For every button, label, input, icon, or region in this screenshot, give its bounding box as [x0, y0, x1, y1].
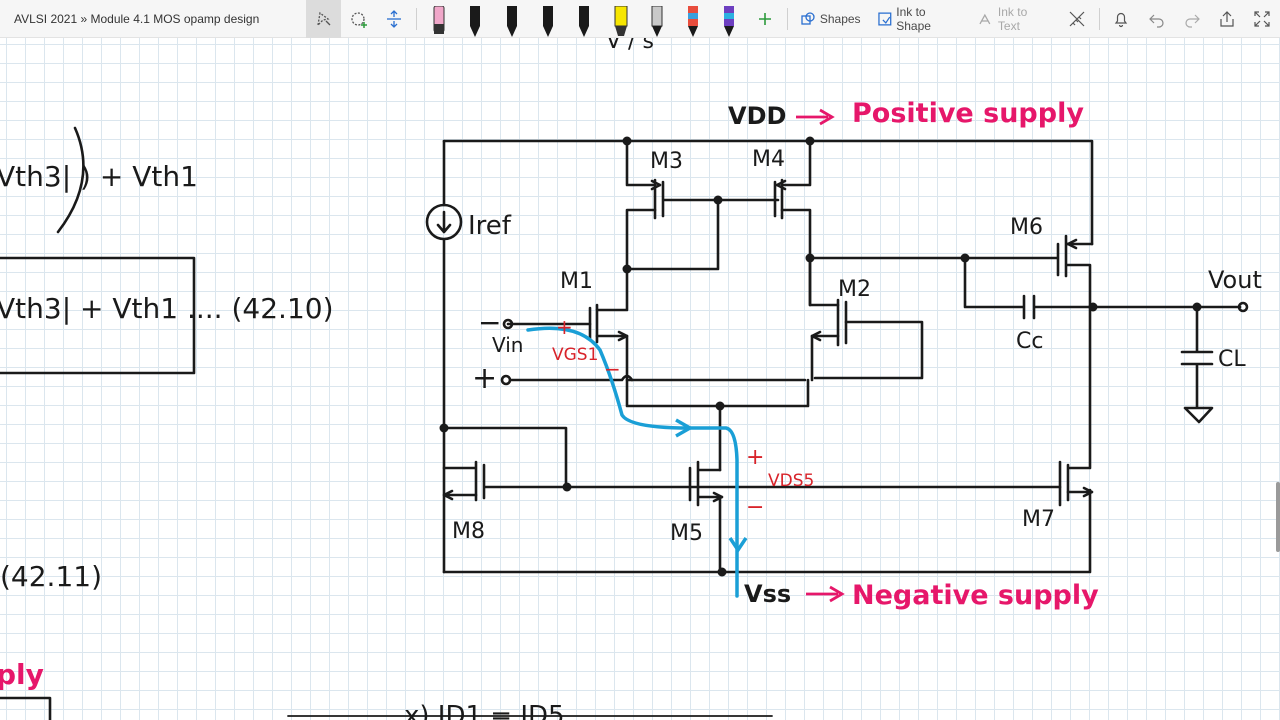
note-left-pink: ply	[0, 658, 44, 691]
toolbar: AVLSI 2021 » Module 4.1 MOS opamp design	[0, 0, 1280, 38]
pen-icon[interactable]	[639, 0, 675, 38]
toolbar-separator	[416, 7, 418, 30]
noninverting-input-terminal	[500, 374, 512, 386]
vss-label: Vss	[744, 580, 791, 608]
pen-icon[interactable]	[494, 0, 530, 38]
m7-body	[1058, 305, 1092, 507]
note-canvas[interactable]: Vth3| ) + Vth1 Vth3| + Vth1 .... (42.10)…	[0, 38, 1280, 720]
vgs-minus-label: −	[604, 357, 621, 381]
vout-label: Vout	[1208, 266, 1262, 294]
vds5-label: VDS5	[768, 471, 814, 491]
current-path-stroke	[526, 326, 739, 598]
noninverting-input-label: +	[472, 361, 497, 396]
note-left-top: Vth3| ) + Vth1	[0, 160, 198, 193]
vout-terminal	[1237, 301, 1249, 313]
note-equation-42-11: (42.11)	[0, 560, 102, 593]
m7-arrow-icon	[1066, 486, 1094, 498]
highlighter-icon[interactable]	[602, 0, 638, 38]
eraser-icon[interactable]	[421, 0, 457, 38]
pen-icon[interactable]	[675, 0, 711, 38]
window-title: AVLSI 2021 » Module 4.1 MOS opamp design	[14, 11, 260, 26]
m2-gate-wire	[813, 320, 924, 380]
m8-diode-wire	[442, 426, 568, 489]
cc-label: Cc	[1016, 329, 1043, 354]
pen-icon[interactable]	[566, 0, 602, 38]
m2-drain-wire	[808, 256, 840, 307]
m2-label: M2	[838, 277, 871, 302]
vertical-scrollbar[interactable]	[1276, 482, 1280, 552]
vdd-label: VDD	[728, 102, 786, 130]
iref-arrow-icon	[436, 210, 452, 234]
m2-source-wire	[810, 334, 840, 382]
inverting-input-label: −	[478, 306, 501, 339]
fullscreen-icon[interactable]	[1245, 0, 1280, 38]
shapes-label: Shapes	[819, 11, 861, 26]
note-left-box: Vth3| + Vth1 .... (42.10)	[0, 292, 334, 325]
shapes-icon	[801, 11, 815, 25]
m5-label: M5	[670, 521, 703, 546]
ink-to-text-button[interactable]: Ink to Text	[970, 0, 1059, 38]
partial-box	[0, 696, 52, 720]
iref-label: Iref	[468, 211, 512, 241]
toolbar-separator	[1098, 7, 1100, 30]
cl-label: CL	[1218, 347, 1246, 372]
ink-to-text-label: Ink to Text	[997, 4, 1028, 33]
insert-space-icon[interactable]	[377, 0, 412, 38]
note-top-partial: V / s	[606, 38, 654, 54]
vgs1-label: VGS1	[552, 345, 598, 365]
m1-source-wire	[595, 334, 807, 382]
load-capacitor	[1180, 305, 1214, 424]
m4-label: M4	[752, 147, 785, 172]
vss-rail	[442, 488, 1092, 574]
m3-label: M3	[650, 149, 683, 174]
pen-icon[interactable]	[457, 0, 493, 38]
m6-label: M6	[1010, 215, 1043, 240]
ink-to-shape-button[interactable]: Ink to Shape	[869, 0, 971, 38]
m5-body	[688, 460, 722, 574]
m3-drain-wire	[625, 208, 657, 271]
m8-arrow-icon	[442, 489, 478, 501]
vds-plus-label: +	[746, 445, 764, 470]
ink-to-shape-icon	[877, 11, 891, 26]
note-bottom-partial: x) ID1 = ID5	[404, 701, 565, 720]
m8-label: M8	[452, 519, 485, 544]
arrow-icon	[796, 108, 835, 126]
ink-layer: Vth3| ) + Vth1 Vth3| + Vth1 .... (42.10)…	[0, 38, 1262, 720]
pen-icon[interactable]	[711, 0, 747, 38]
ruler-icon[interactable]	[1059, 0, 1094, 38]
redo-icon[interactable]	[1174, 0, 1209, 38]
tail-wire	[625, 378, 810, 408]
arrow-icon	[806, 585, 845, 603]
toolbar-separator	[786, 7, 788, 30]
vgs-plus-label: +	[556, 315, 573, 339]
vss-description: Negative supply	[852, 580, 1099, 611]
m1-drain-wire	[595, 267, 629, 312]
vds-minus-label: −	[746, 495, 764, 520]
share-icon[interactable]	[1209, 0, 1244, 38]
bell-icon[interactable]	[1104, 0, 1139, 38]
m7-label: M7	[1022, 507, 1055, 532]
m4-source-wire	[780, 139, 812, 187]
add-pen-icon[interactable]	[748, 0, 783, 38]
m1-label: M1	[560, 269, 593, 294]
add-space-icon[interactable]	[341, 0, 376, 38]
ink-to-shape-label: Ink to Shape	[896, 4, 931, 33]
ink-to-text-icon	[979, 13, 991, 24]
shapes-button[interactable]: Shapes	[792, 0, 869, 38]
pen-icon[interactable]	[530, 0, 566, 38]
undo-icon[interactable]	[1139, 0, 1174, 38]
lasso-select-icon[interactable]	[306, 0, 342, 38]
vdd-description: Positive supply	[852, 98, 1084, 129]
